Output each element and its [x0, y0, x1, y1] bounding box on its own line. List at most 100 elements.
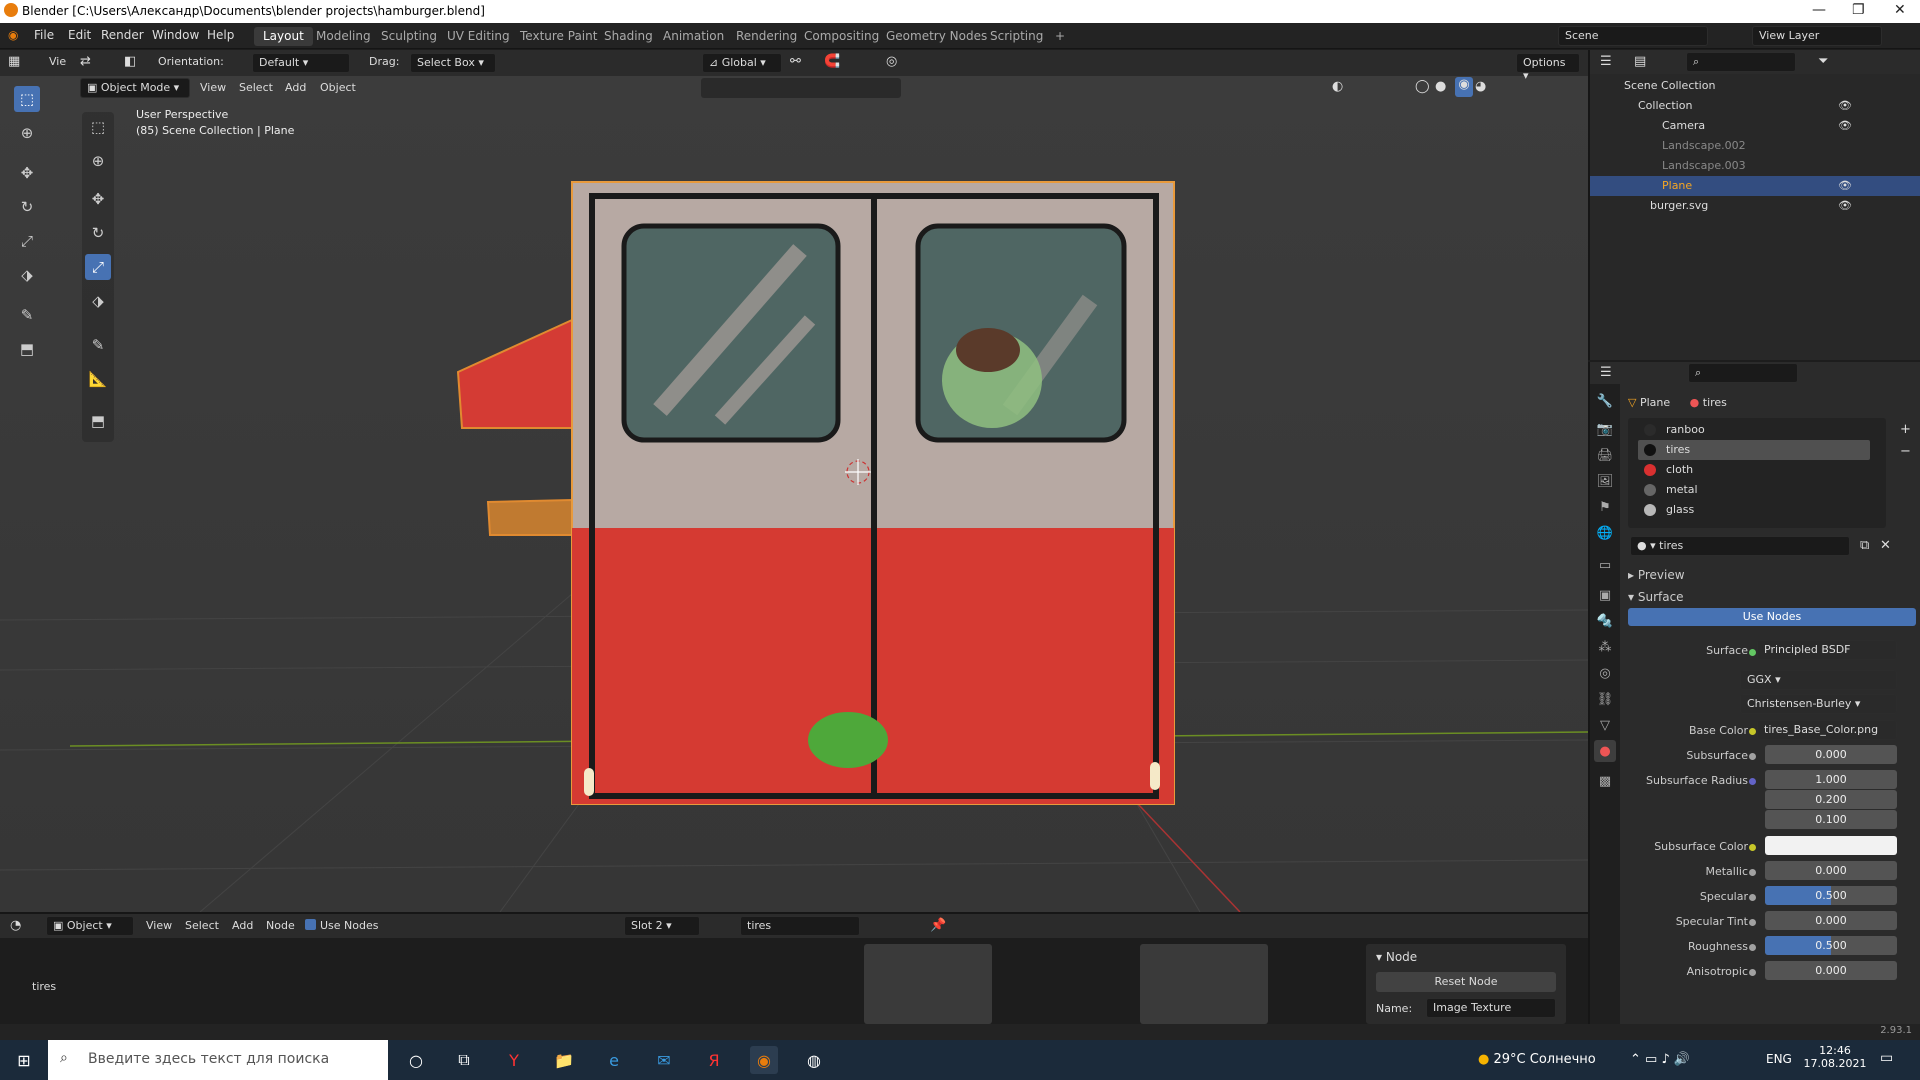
unlink-material-icon[interactable]: ✕: [1880, 538, 1891, 553]
overlay-icon[interactable]: ◐: [1332, 79, 1343, 94]
visibility-eye-icon[interactable]: 👁: [1838, 179, 1852, 192]
material-slot-cloth[interactable]: cloth: [1638, 460, 1870, 480]
shader-menu-node[interactable]: Node: [266, 919, 295, 932]
subsurface-radius-y-field[interactable]: 0.200: [1765, 790, 1897, 809]
subsurface-color-swatch[interactable]: [1765, 836, 1897, 855]
outliner-row-scene-collection[interactable]: Scene Collection: [1590, 76, 1920, 96]
subsurface-radius-z-field[interactable]: 0.100: [1765, 810, 1897, 829]
outliner-row-camera[interactable]: Camera 👁: [1590, 116, 1920, 136]
tab-animation[interactable]: Animation: [654, 27, 733, 46]
cursor-tool-icon[interactable]: ⊕: [14, 120, 40, 146]
scale-icon[interactable]: ⤢: [85, 254, 111, 280]
subsurface-radius-x-field[interactable]: 1.000: [1765, 770, 1897, 789]
viewport-menu-add[interactable]: Add: [285, 81, 306, 94]
data-tab-icon[interactable]: ▽: [1594, 714, 1616, 736]
tab-scripting[interactable]: Scripting: [981, 27, 1052, 46]
outliner-row-collection[interactable]: Collection 👁: [1590, 96, 1920, 116]
shader-menu-select[interactable]: Select: [185, 919, 219, 932]
particles-tab-icon[interactable]: ⁂: [1594, 636, 1616, 658]
shader-editor[interactable]: ◔ ▣ Object ▾ View Select Add Node Use No…: [0, 912, 1588, 1024]
viewport-menu-object[interactable]: Object: [320, 81, 356, 94]
rotate-icon[interactable]: ↻: [85, 220, 111, 246]
close-icon[interactable]: ✕: [1894, 2, 1906, 18]
outliner-row-plane[interactable]: Plane 👁: [1590, 176, 1920, 196]
select-tool-icon[interactable]: ⬚: [85, 114, 111, 140]
tray-icons[interactable]: ⌃ ▭ ♪ 🔊: [1630, 1052, 1690, 1067]
view-layer-selector[interactable]: View Layer: [1752, 26, 1882, 46]
tab-compositing[interactable]: Compositing: [795, 27, 888, 46]
measure-icon[interactable]: 📐: [85, 366, 111, 392]
menu-window[interactable]: Window: [152, 28, 199, 42]
windows-start-icon[interactable]: ⊞: [10, 1046, 38, 1074]
view-layer-tab-icon[interactable]: 🖼: [1594, 470, 1616, 492]
slot-dropdown[interactable]: Slot 2 ▾: [624, 916, 700, 936]
material-slot-tires[interactable]: tires: [1638, 440, 1870, 460]
proportional-edit-icon[interactable]: ◎: [886, 54, 897, 69]
3d-viewport[interactable]: [0, 50, 1588, 912]
node-panel-title[interactable]: ▾ Node: [1376, 950, 1417, 964]
rendered-shading-icon[interactable]: ◕: [1475, 79, 1486, 94]
collection-tab-icon[interactable]: ▭: [1594, 554, 1616, 576]
solid-shading-icon[interactable]: ●: [1435, 79, 1446, 94]
file-explorer-icon[interactable]: 📁: [550, 1046, 578, 1074]
add-workspace-icon[interactable]: +: [1046, 27, 1074, 46]
tab-texture-paint[interactable]: Texture Paint: [511, 27, 606, 46]
display-mode-icon[interactable]: ▤: [1634, 54, 1646, 69]
visibility-eye-icon[interactable]: 👁: [1838, 199, 1852, 212]
shader-menu-view[interactable]: View: [146, 919, 172, 932]
pin-icon[interactable]: 📌: [930, 918, 946, 933]
edge-icon[interactable]: e: [600, 1046, 628, 1074]
editor-type-icon[interactable]: ▦: [8, 54, 20, 69]
shader-material-field[interactable]: tires: [740, 916, 860, 936]
specular-tint-slider[interactable]: 0.000: [1765, 911, 1897, 930]
transform-icon[interactable]: ⬗: [85, 288, 111, 314]
render-tab-icon[interactable]: 📷: [1594, 418, 1616, 440]
active-tool-icon[interactable]: ◧: [124, 54, 136, 69]
clock[interactable]: 12:46 17.08.2021: [1800, 1044, 1870, 1070]
properties-search-input[interactable]: ⌕: [1688, 363, 1798, 383]
tab-modeling[interactable]: Modeling: [307, 27, 380, 46]
menu-help[interactable]: Help: [207, 28, 234, 42]
node-name-field[interactable]: Image Texture: [1426, 998, 1556, 1018]
menu-file[interactable]: File: [34, 28, 54, 42]
taskbar-search-input[interactable]: ⌕ Введите здесь текст для поиска: [48, 1040, 388, 1080]
scene-tab-icon[interactable]: ⚑: [1594, 496, 1616, 518]
add-slot-icon[interactable]: +: [1900, 422, 1911, 437]
modifier-tab-icon[interactable]: 🔩: [1594, 610, 1616, 632]
outliner-row-burger-svg[interactable]: burger.svg 👁: [1590, 196, 1920, 216]
material-slot-metal[interactable]: metal: [1638, 480, 1870, 500]
base-color-texture-field[interactable]: tires_Base_Color.png: [1757, 720, 1897, 740]
image-texture-node[interactable]: [864, 944, 992, 1024]
view-label[interactable]: Vie: [49, 55, 66, 68]
yandex-icon[interactable]: Y: [500, 1046, 528, 1074]
pivot-icon[interactable]: ⚯: [790, 54, 801, 69]
outliner-row-landscape-003[interactable]: Landscape.003: [1590, 156, 1920, 176]
tab-shading[interactable]: Shading: [595, 27, 662, 46]
tab-geometry-nodes[interactable]: Geometry Nodes: [877, 27, 996, 46]
duplicate-material-icon[interactable]: ⧉: [1860, 538, 1869, 553]
tab-uv-editing[interactable]: UV Editing: [438, 27, 519, 46]
shader-menu-add[interactable]: Add: [232, 919, 253, 932]
outliner-search-input[interactable]: ⌕: [1686, 52, 1796, 72]
specular-slider[interactable]: 0.500: [1765, 886, 1897, 905]
wireframe-shading-icon[interactable]: ◯: [1415, 79, 1430, 94]
mail-icon[interactable]: ✉: [650, 1046, 678, 1074]
options-dropdown[interactable]: Options ▾: [1516, 53, 1580, 82]
annotate-icon[interactable]: ✎: [85, 332, 111, 358]
drag-dropdown[interactable]: Select Box ▾: [410, 53, 496, 73]
anisotropic-slider[interactable]: 0.000: [1765, 961, 1897, 980]
scale-tool-icon[interactable]: ⤢: [14, 228, 40, 254]
annotate-tool-icon[interactable]: ✎: [14, 302, 40, 328]
world-tab-icon[interactable]: 🌐: [1594, 522, 1616, 544]
filter-icon[interactable]: ⏷: [1818, 54, 1828, 69]
material-slot-glass[interactable]: glass: [1638, 500, 1870, 520]
outliner-row-landscape-002[interactable]: Landscape.002: [1590, 136, 1920, 156]
transform-tool-icon[interactable]: ⬗: [14, 262, 40, 288]
metallic-slider[interactable]: 0.000: [1765, 861, 1897, 880]
surface-shader-field[interactable]: Principled BSDF: [1757, 640, 1897, 660]
yandex-browser-icon[interactable]: Я: [700, 1046, 728, 1074]
minimize-icon[interactable]: —: [1812, 2, 1826, 18]
steam-icon[interactable]: ◍: [800, 1046, 828, 1074]
move-tool-icon[interactable]: ✥: [14, 160, 40, 186]
select-box-tool-icon[interactable]: ⬚: [14, 86, 40, 112]
